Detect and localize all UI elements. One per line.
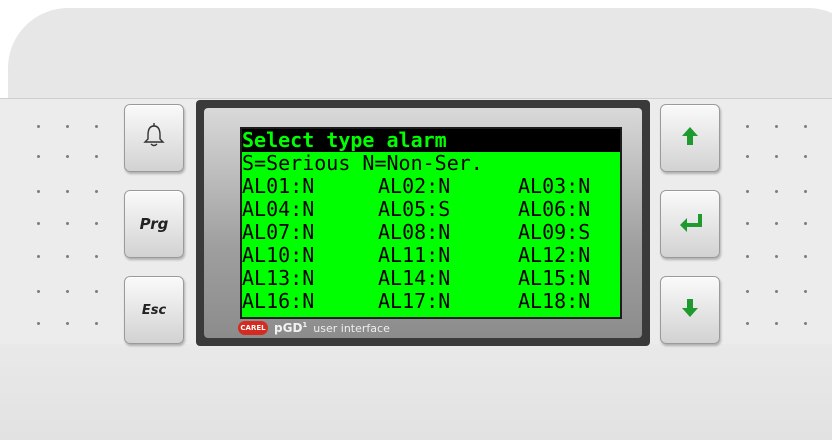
product-superscript: 1 — [302, 321, 308, 329]
alarm-cell: AL04:N — [242, 197, 315, 221]
bell-icon — [143, 123, 165, 153]
esc-label: Esc — [141, 302, 167, 318]
faceplate-bottom — [0, 344, 832, 440]
alarm-cell: AL03:N — [518, 174, 591, 198]
alarm-row: AL10:N AL11:N AL12:N — [242, 244, 620, 267]
lcd-title: Select type alarm — [242, 129, 620, 152]
alarm-cell: AL08:N — [378, 220, 451, 244]
arrow-up-icon — [680, 125, 700, 151]
alarm-button[interactable] — [124, 104, 184, 172]
alarm-cell: AL06:N — [518, 197, 591, 221]
left-grille — [0, 0, 120, 440]
alarm-row: AL16:N AL17:N AL18:N — [242, 290, 620, 313]
brand-strip: CAREL pGD1 user interface — [238, 321, 390, 335]
display-bezel: Select type alarm S=Serious N=Non-Ser. A… — [196, 100, 650, 346]
alarm-cell: AL15:N — [518, 266, 591, 290]
esc-button[interactable]: Esc — [124, 276, 184, 344]
alarm-cell: AL13:N — [242, 266, 315, 290]
alarm-cell: AL16:N — [242, 289, 315, 313]
arrow-down-icon — [680, 297, 700, 323]
alarm-cell: AL07:N — [242, 220, 315, 244]
up-button[interactable] — [660, 104, 720, 172]
alarm-row: AL04:N AL05:S AL06:N — [242, 198, 620, 221]
prg-button[interactable]: Prg — [124, 190, 184, 258]
alarm-cell: AL11:N — [378, 243, 451, 267]
lcd-legend: S=Serious N=Non-Ser. — [242, 151, 483, 175]
lcd-screen: Select type alarm S=Serious N=Non-Ser. A… — [240, 127, 622, 319]
product-name-text: pGD — [274, 321, 303, 335]
product-subtitle: user interface — [313, 321, 390, 335]
alarm-cell: AL02:N — [378, 174, 451, 198]
prg-label: Prg — [139, 215, 169, 233]
carel-logo: CAREL — [238, 321, 268, 335]
alarm-cell: AL01:N — [242, 174, 315, 198]
alarm-row: AL13:N AL14:N AL15:N — [242, 267, 620, 290]
alarm-cell: AL18:N — [518, 289, 591, 313]
alarm-cell: AL10:N — [242, 243, 315, 267]
alarm-cell: AL14:N — [378, 266, 451, 290]
product-name: pGD1 — [274, 321, 307, 335]
alarm-cell: AL05:S — [378, 197, 451, 221]
display-frame: Select type alarm S=Serious N=Non-Ser. A… — [204, 108, 642, 338]
right-grille — [720, 0, 832, 440]
down-button[interactable] — [660, 276, 720, 344]
alarm-cell: AL09:S — [518, 220, 591, 244]
alarm-row: AL01:N AL02:N AL03:N — [242, 175, 620, 198]
alarm-row: AL07:N AL08:N AL09:S — [242, 221, 620, 244]
alarm-cell: AL12:N — [518, 243, 591, 267]
enter-button[interactable] — [660, 190, 720, 258]
alarm-cell: AL17:N — [378, 289, 451, 313]
enter-icon — [678, 212, 702, 236]
